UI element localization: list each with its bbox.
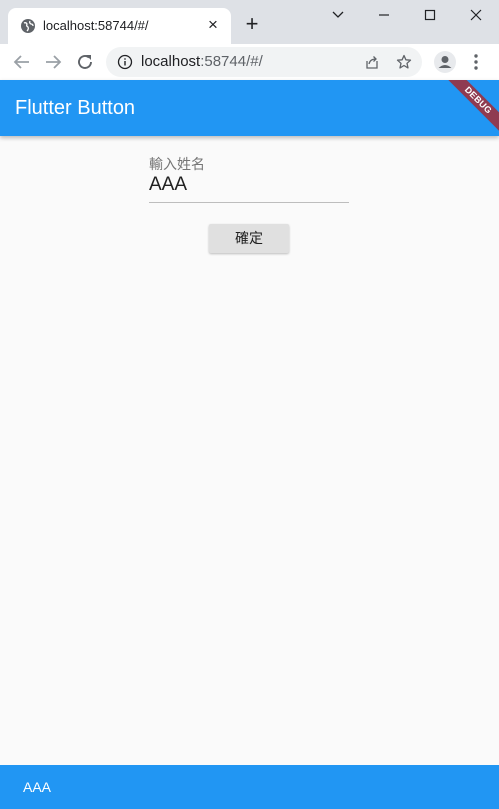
kebab-menu-icon[interactable]: [468, 50, 484, 74]
chevron-down-icon[interactable]: [318, 4, 358, 28]
bottom-bar-text: AAA: [23, 779, 52, 795]
app-bar: Flutter Button DEBUG: [0, 80, 499, 136]
forward-arrow-icon[interactable]: [41, 50, 65, 74]
name-field-value[interactable]: AAA: [149, 174, 187, 196]
bottom-bar: AAA: [0, 765, 499, 809]
page-body: 輸入姓名 AAA 確定: [0, 136, 499, 765]
maximize-icon[interactable]: [410, 4, 450, 28]
url-path: :58744/#/: [200, 53, 263, 70]
confirm-button[interactable]: 確定: [209, 224, 289, 253]
tab-title: localhost:58744/#/: [43, 18, 149, 33]
name-field-label: 輸入姓名: [149, 156, 205, 172]
globe-icon: [20, 18, 36, 34]
name-field-underline: [149, 202, 349, 203]
share-icon[interactable]: [364, 54, 380, 70]
profile-icon[interactable]: [433, 50, 457, 74]
minimize-icon[interactable]: [364, 4, 404, 28]
browser-tab[interactable]: localhost:58744/#/ ×: [8, 8, 231, 44]
address-bar[interactable]: localhost:58744/#/: [106, 47, 422, 77]
info-icon[interactable]: [117, 54, 133, 70]
new-tab-button[interactable]: +: [240, 13, 264, 37]
browser-toolbar: localhost:58744/#/: [0, 44, 499, 80]
browser-tabstrip: localhost:58744/#/ × +: [0, 0, 499, 44]
star-icon[interactable]: [396, 54, 412, 70]
tab-close-icon[interactable]: ×: [205, 16, 221, 34]
close-icon[interactable]: [456, 4, 496, 28]
url-host: localhost: [141, 53, 201, 70]
reload-icon[interactable]: [73, 50, 97, 74]
name-text-field[interactable]: 輸入姓名 AAA: [149, 156, 349, 205]
url-text: localhost:58744/#/: [141, 54, 263, 70]
debug-banner: DEBUG: [441, 80, 499, 136]
back-arrow-icon[interactable]: [10, 50, 34, 74]
app-title: Flutter Button: [15, 97, 136, 119]
